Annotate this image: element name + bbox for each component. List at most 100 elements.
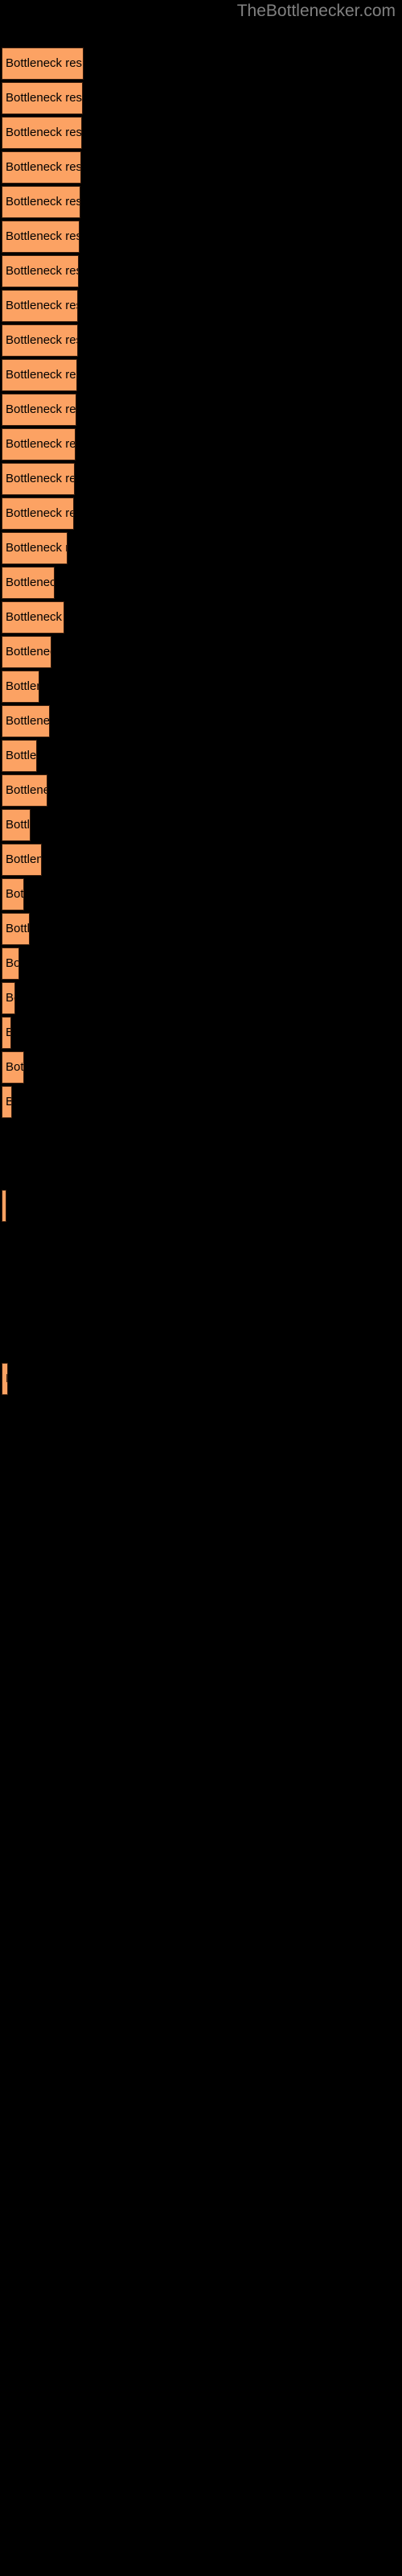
bar[interactable]: Bottleneck result <box>2 1017 11 1049</box>
bar-label: Bottleneck result <box>6 229 79 243</box>
bar-row: Bottleneck result <box>2 913 402 945</box>
bar-row: Bottleneck result <box>2 809 402 841</box>
bar-row: Bottleneck result <box>2 428 402 460</box>
bar-row <box>2 1294 402 1326</box>
bar-row: Bottleneck result <box>2 221 402 253</box>
bar-row: Bottleneck result <box>2 394 402 426</box>
bar-label: Bottleneck result <box>6 91 83 105</box>
bar-row: Bottleneck result <box>2 117 402 149</box>
bar-label: Bottleneck result <box>6 1095 11 1109</box>
bottleneck-bar-chart: TheBottlenecker.com Bottleneck resultBot… <box>0 0 402 2576</box>
bar-row: Bottleneck result <box>2 532 402 564</box>
bar-label: Bottleneck result <box>6 783 47 797</box>
bar-row <box>2 1224 402 1257</box>
bar[interactable]: Bottleneck result <box>2 809 31 841</box>
bar-label: Bottleneck result <box>6 437 76 451</box>
bar[interactable]: Bottleneck result <box>2 497 74 530</box>
bar-label: Bottleneck result <box>6 922 30 935</box>
bar-row: Bottleneck result <box>2 1363 402 1395</box>
bar-row: Bottleneck result <box>2 186 402 218</box>
bar-label: Bottleneck result <box>6 1372 7 1386</box>
bar[interactable]: Bottleneck result <box>2 982 15 1014</box>
bar-row: Bottleneck result <box>2 151 402 184</box>
bar-row: Bottleneck result <box>2 671 402 703</box>
bar[interactable]: Bottleneck result <box>2 221 80 253</box>
bar-label: Bottleneck result <box>6 506 73 520</box>
bar-row: Bottleneck result <box>2 47 402 80</box>
bar[interactable]: Bottleneck result <box>2 1086 12 1118</box>
bar-row: Bottleneck result <box>2 844 402 876</box>
bar[interactable]: Bottleneck result <box>2 186 80 218</box>
bar-label: Bottleneck result <box>6 818 31 832</box>
bar-label: Bottleneck result <box>6 991 14 1005</box>
bar-label: Bottleneck result <box>6 956 19 970</box>
bar-label: Bottleneck result <box>6 160 81 174</box>
bar[interactable]: Bottleneck result <box>2 913 30 945</box>
bar[interactable]: Bottleneck result <box>2 774 47 807</box>
bar-row: Bottleneck result <box>2 982 402 1014</box>
bar-row <box>2 1121 402 1153</box>
bar[interactable]: Bottleneck result <box>2 671 39 703</box>
bars-layer: Bottleneck result Bottleneck result Bottle… <box>0 0 402 2576</box>
bar[interactable]: Bottleneck result <box>2 1363 8 1395</box>
bar[interactable]: Bottleneck result <box>2 740 37 772</box>
bar[interactable]: Bottleneck result <box>2 878 24 910</box>
bar[interactable]: Bottleneck result <box>2 601 64 634</box>
bar-label: Bottleneck result <box>6 1026 10 1040</box>
bar-row: Bottleneck result <box>2 1051 402 1084</box>
bar-label: Bottleneck result <box>6 264 78 278</box>
bar[interactable]: Bottleneck result <box>2 117 82 149</box>
bar-label: Bottleneck result <box>6 887 24 901</box>
bar-row: Bottleneck result <box>2 463 402 495</box>
bar-row: Bottleneck result <box>2 359 402 391</box>
bar-row: Bottleneck result <box>2 1017 402 1049</box>
bar-label: Bottleneck result <box>6 333 77 347</box>
bar-row <box>2 1259 402 1291</box>
bar[interactable]: Bottleneck result <box>2 82 83 114</box>
bar[interactable]: Bottleneck result <box>2 1051 24 1084</box>
bar[interactable]: Bottleneck result <box>2 290 78 322</box>
bar[interactable]: Bottleneck result <box>2 947 19 980</box>
bar-row: Bottleneck result <box>2 290 402 322</box>
bar-row: Bottleneck result <box>2 497 402 530</box>
bar[interactable]: Bottleneck result <box>2 255 79 287</box>
bar-label: Bottleneck result <box>6 472 74 485</box>
bar-label: Bottleneck result <box>6 56 83 70</box>
bar-label: Bottleneck result <box>6 749 37 762</box>
bar[interactable]: Bottleneck result <box>2 567 55 599</box>
bar[interactable]: Bottleneck result <box>2 151 81 184</box>
bar[interactable]: Bottleneck result <box>2 1190 6 1222</box>
bar-row <box>2 1155 402 1187</box>
bar[interactable]: Bottleneck result <box>2 636 51 668</box>
bar-row: Bottleneck result <box>2 947 402 980</box>
bar-row: Bottleneck result <box>2 255 402 287</box>
bar-row: Bottleneck result <box>2 567 402 599</box>
bar[interactable]: Bottleneck result <box>2 705 50 737</box>
bar-label: Bottleneck result <box>6 714 50 728</box>
bar-row <box>2 1328 402 1360</box>
bar-label: Bottleneck result <box>6 402 76 416</box>
bar[interactable]: Bottleneck result <box>2 359 77 391</box>
bar-row: Bottleneck result <box>2 636 402 668</box>
bar-label: Bottleneck result <box>6 610 64 624</box>
bar-row: Bottleneck result <box>2 324 402 357</box>
bar-row: Bottleneck result <box>2 601 402 634</box>
bar[interactable]: Bottleneck result <box>2 428 76 460</box>
bar-label: Bottleneck result <box>6 645 51 658</box>
bar[interactable]: Bottleneck result <box>2 324 78 357</box>
bar-label: Bottleneck result <box>6 299 77 312</box>
bar-row: Bottleneck result <box>2 878 402 910</box>
bar[interactable]: Bottleneck result <box>2 394 76 426</box>
bar[interactable]: Bottleneck result <box>2 532 68 564</box>
bar[interactable]: Bottleneck result <box>2 463 75 495</box>
bar-row: Bottleneck result <box>2 1190 402 1222</box>
bar-label: Bottleneck result <box>6 195 80 208</box>
bar-label: Bottleneck result <box>6 368 76 382</box>
bar-row: Bottleneck result <box>2 705 402 737</box>
bar[interactable]: Bottleneck result <box>2 844 42 876</box>
bar-row: Bottleneck result <box>2 740 402 772</box>
bar-row: Bottleneck result <box>2 1086 402 1118</box>
bar-label: Bottleneck result <box>6 541 67 555</box>
bar[interactable]: Bottleneck result <box>2 47 84 80</box>
bar-label: Bottleneck result <box>6 126 82 139</box>
